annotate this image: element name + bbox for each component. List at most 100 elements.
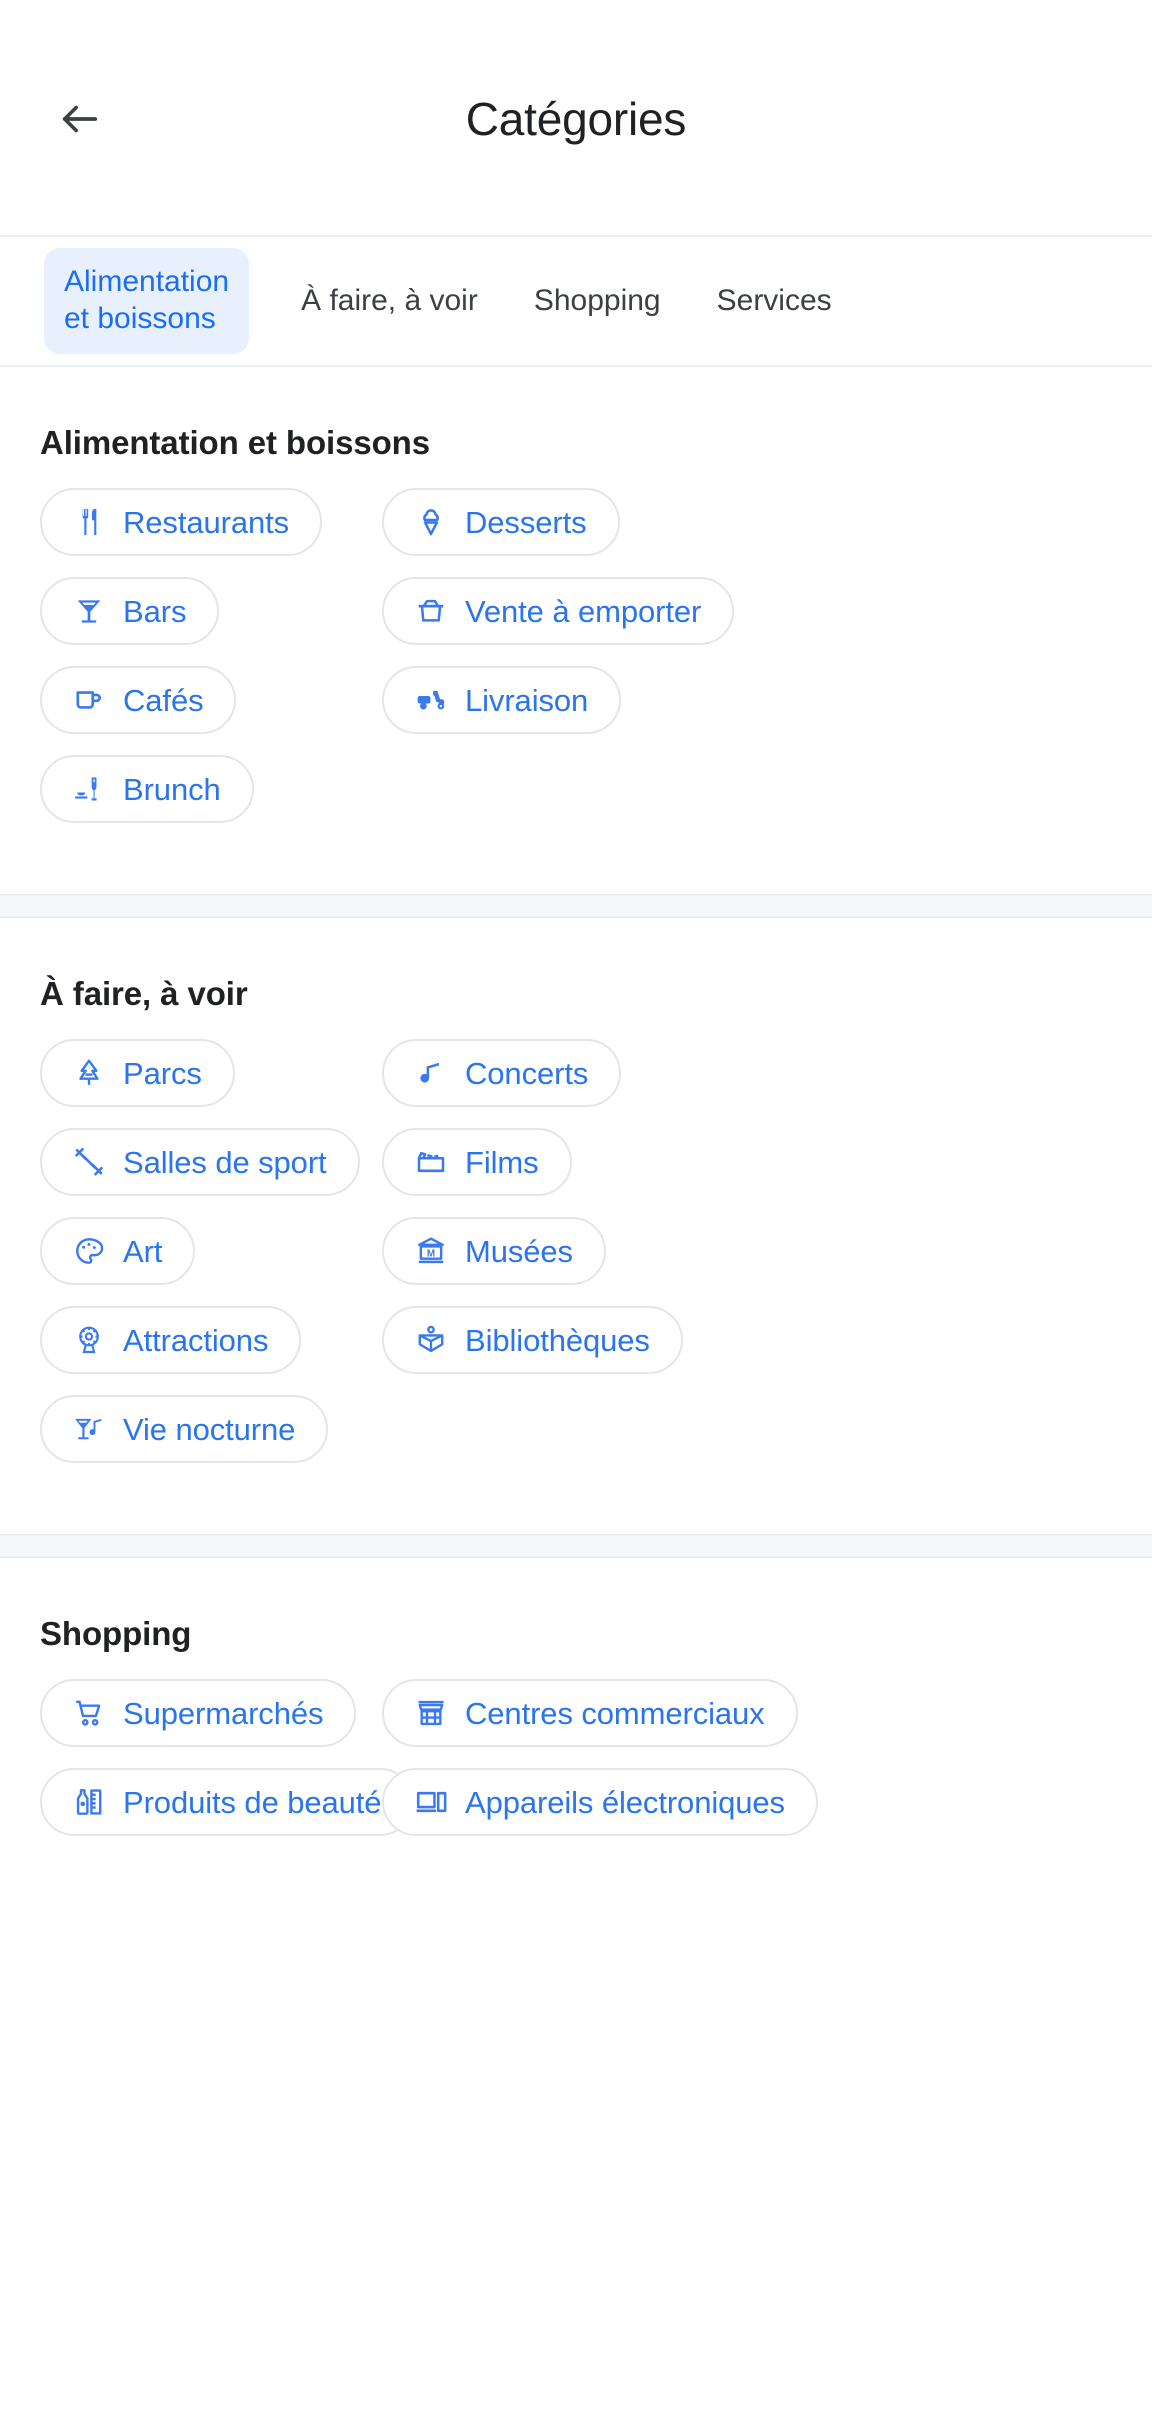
chip-cell: Salles de sport bbox=[40, 1128, 382, 1217]
tab-alimentation-et-boissons[interactable]: Alimentation et boissons bbox=[44, 248, 249, 353]
chip-vie-nocturne[interactable]: Vie nocturne bbox=[40, 1395, 328, 1463]
music-note-icon bbox=[414, 1056, 448, 1090]
dumbbell-icon bbox=[72, 1145, 106, 1179]
chip-cell: Livraison bbox=[382, 666, 1152, 755]
back-button[interactable] bbox=[44, 83, 116, 155]
museum-icon: M bbox=[414, 1234, 448, 1268]
chip-label: Bibliothèques bbox=[465, 1325, 650, 1356]
chip-bars[interactable]: Bars bbox=[40, 577, 219, 645]
chip-label: Art bbox=[123, 1236, 162, 1267]
chip-label: Concerts bbox=[465, 1058, 588, 1089]
chip-cell: Centres commerciaux bbox=[382, 1679, 1152, 1768]
chip-musees[interactable]: M Musées bbox=[382, 1217, 606, 1285]
chip-art[interactable]: Art bbox=[40, 1217, 195, 1285]
chip-cell: Produits de beauté bbox=[40, 1768, 382, 1857]
ferris-wheel-icon bbox=[72, 1323, 106, 1357]
section-shopping: Shopping Supermarchés bbox=[0, 1558, 1152, 1907]
chip-cell: Supermarchés bbox=[40, 1679, 382, 1768]
devices-icon bbox=[414, 1785, 448, 1819]
chip-cell: Restaurants bbox=[40, 488, 382, 577]
chip-livraison[interactable]: Livraison bbox=[382, 666, 621, 734]
store-icon bbox=[414, 1696, 448, 1730]
chip-label: Centres commerciaux bbox=[465, 1698, 765, 1729]
chip-appareils-electroniques[interactable]: Appareils électroniques bbox=[382, 1768, 818, 1836]
ice-cream-icon bbox=[414, 505, 448, 539]
chip-concerts[interactable]: Concerts bbox=[382, 1039, 621, 1107]
chip-label: Vie nocturne bbox=[123, 1414, 295, 1445]
chip-cell: Vie nocturne bbox=[40, 1395, 382, 1484]
chip-cell: Brunch bbox=[40, 755, 382, 844]
chip-label: Supermarchés bbox=[123, 1698, 323, 1729]
chip-produits-de-beaute[interactable]: Produits de beauté bbox=[40, 1768, 414, 1836]
section-title: À faire, à voir bbox=[40, 918, 1152, 1039]
chip-grid: Supermarchés Centres commerciaux bbox=[40, 1679, 1152, 1907]
category-tab-bar[interactable]: Alimentation et boissons À faire, à voir… bbox=[0, 237, 1152, 367]
chip-cell: Attractions bbox=[40, 1306, 382, 1395]
park-tree-icon bbox=[72, 1056, 106, 1090]
chip-label: Bars bbox=[123, 596, 186, 627]
chip-label: Parcs bbox=[123, 1058, 202, 1089]
page-title: Catégories bbox=[0, 96, 1152, 142]
section-alimentation-et-boissons: Alimentation et boissons Restaurants bbox=[0, 367, 1152, 894]
chip-salles-de-sport[interactable]: Salles de sport bbox=[40, 1128, 360, 1196]
chip-attractions[interactable]: Attractions bbox=[40, 1306, 301, 1374]
chip-cell: Cafés bbox=[40, 666, 382, 755]
chip-bibliotheques[interactable]: Bibliothèques bbox=[382, 1306, 683, 1374]
chip-label: Produits de beauté bbox=[123, 1787, 381, 1818]
open-book-icon bbox=[414, 1323, 448, 1357]
cocktail-glass-icon bbox=[72, 594, 106, 628]
section-divider bbox=[0, 1534, 1152, 1558]
chip-label: Attractions bbox=[123, 1325, 268, 1356]
chip-cell: M Musées bbox=[382, 1217, 1152, 1306]
shopping-cart-icon bbox=[72, 1696, 106, 1730]
chip-restaurants[interactable]: Restaurants bbox=[40, 488, 322, 556]
section-title: Alimentation et boissons bbox=[40, 367, 1152, 488]
tab-a-faire-a-voir[interactable]: À faire, à voir bbox=[301, 283, 478, 320]
chip-centres-commerciaux[interactable]: Centres commerciaux bbox=[382, 1679, 798, 1747]
chip-cell: Vente à emporter bbox=[382, 577, 1152, 666]
chip-grid: Restaurants Desserts bbox=[40, 488, 1152, 894]
chip-label: Salles de sport bbox=[123, 1147, 327, 1178]
chip-cell: Appareils électroniques bbox=[382, 1768, 1152, 1857]
chip-films[interactable]: Films bbox=[382, 1128, 572, 1196]
section-a-faire-a-voir: À faire, à voir Parcs bbox=[0, 918, 1152, 1534]
chip-desserts[interactable]: Desserts bbox=[382, 488, 620, 556]
brunch-icon bbox=[72, 772, 106, 806]
cosmetics-icon bbox=[72, 1785, 106, 1819]
chip-cell: Films bbox=[382, 1128, 1152, 1217]
chip-label: Films bbox=[465, 1147, 539, 1178]
chip-label: Restaurants bbox=[123, 507, 289, 538]
chip-label: Musées bbox=[465, 1236, 573, 1267]
chip-parcs[interactable]: Parcs bbox=[40, 1039, 235, 1107]
moped-delivery-icon bbox=[414, 683, 448, 717]
nightlife-icon bbox=[72, 1412, 106, 1446]
chip-cell: Art bbox=[40, 1217, 382, 1306]
section-divider bbox=[0, 894, 1152, 918]
chip-cell: Concerts bbox=[382, 1039, 1152, 1128]
chip-label: Brunch bbox=[123, 774, 221, 805]
tab-services[interactable]: Services bbox=[717, 283, 832, 320]
chip-cafes[interactable]: Cafés bbox=[40, 666, 236, 734]
svg-text:M: M bbox=[427, 1248, 435, 1259]
chip-cell: Bars bbox=[40, 577, 382, 666]
chip-label: Vente à emporter bbox=[465, 596, 701, 627]
palette-icon bbox=[72, 1234, 106, 1268]
section-title: Shopping bbox=[40, 1558, 1152, 1679]
restaurant-icon bbox=[72, 505, 106, 539]
chip-cell: Bibliothèques bbox=[382, 1306, 1152, 1395]
arrow-left-icon bbox=[57, 96, 103, 142]
takeout-bag-icon bbox=[414, 594, 448, 628]
coffee-cup-icon bbox=[72, 683, 106, 717]
chip-supermarches[interactable]: Supermarchés bbox=[40, 1679, 356, 1747]
chip-grid: Parcs Concerts bbox=[40, 1039, 1152, 1534]
movie-clapper-icon bbox=[414, 1145, 448, 1179]
chip-label: Appareils électroniques bbox=[465, 1787, 785, 1818]
chip-label: Livraison bbox=[465, 685, 588, 716]
app-header: Catégories bbox=[0, 0, 1152, 237]
chip-cell: Parcs bbox=[40, 1039, 382, 1128]
chip-label: Cafés bbox=[123, 685, 203, 716]
chip-brunch[interactable]: Brunch bbox=[40, 755, 254, 823]
chip-cell: Desserts bbox=[382, 488, 1152, 577]
tab-shopping[interactable]: Shopping bbox=[534, 283, 661, 320]
chip-vente-a-emporter[interactable]: Vente à emporter bbox=[382, 577, 734, 645]
